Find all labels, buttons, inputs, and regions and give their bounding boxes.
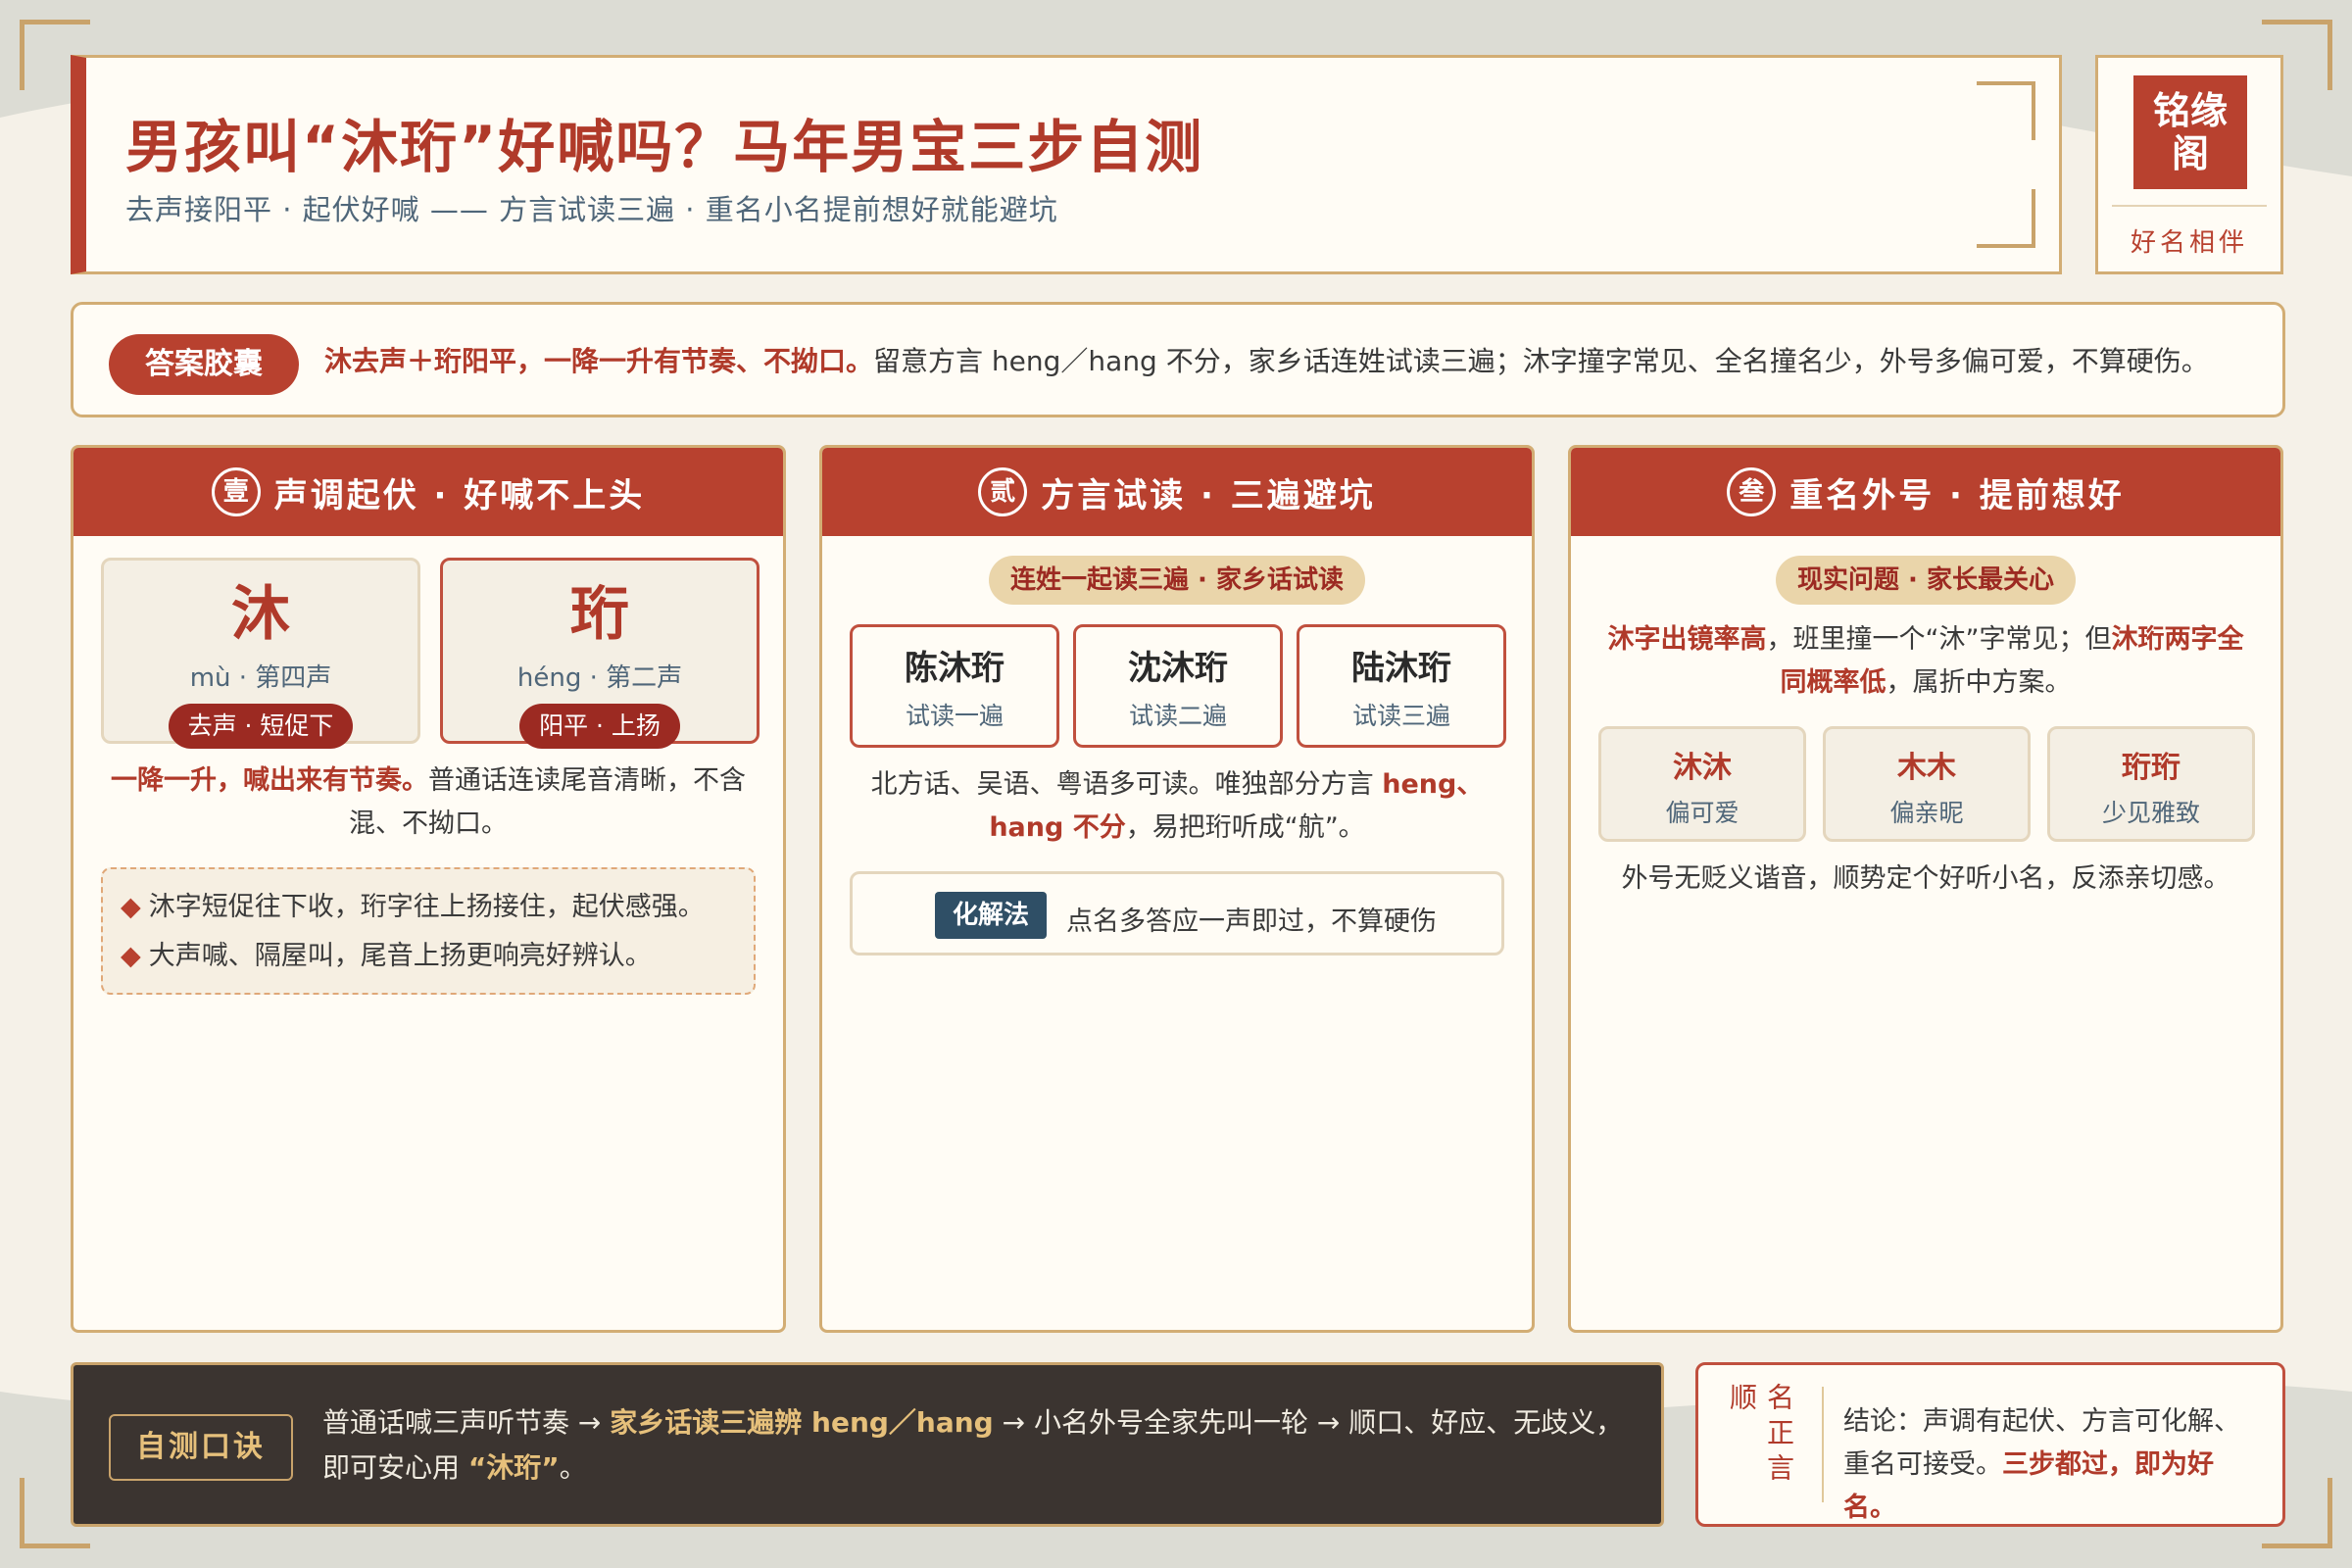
card-header: 叁 重名外号 · 提前想好 [1571,448,2280,536]
answer-capsule: 答案胶囊 沐去声＋珩阳平，一降一升有节奏、不拗口。留意方言 heng／hang … [71,302,2285,417]
card-title: 方言试读 · 三遍避坑 [1041,475,1376,515]
solution-box: 化解法 点名多答应一声即过，不算硬伤 [850,871,1504,956]
nickname-card: 木木 偏亲昵 [1823,726,2031,842]
card-number: 壹 [211,467,261,516]
mnemonic-text: 普通话喊三声听节奏 → 家乡话读三遍辨 heng／hang → 小名外号全家先叫… [322,1406,1624,1484]
trial-name-card: 沈沐珩 试读二遍 [1073,624,1283,748]
bracket-ornament [1977,189,2035,248]
trial-name-card: 陈沐珩 试读一遍 [850,624,1059,748]
header-banner: 男孩叫“沐珩”好喊吗？马年男宝三步自测 去声接阳平 · 起伏好喊 —— 方言试读… [71,55,2062,274]
vertical-motto: 名正言 [1763,1383,1795,1489]
card-dialect: 贰 方言试读 · 三遍避坑 连姓一起读三遍 · 家乡话试读 陈沐珩 试读一遍 沈… [819,445,1535,1333]
solution-text: 点名多答应一声即过，不算硬伤 [1066,906,1437,937]
list-item: ◆ 大声喊、隔屋叫，尾音上扬更响亮好辨认。 [121,941,652,971]
hint-chip: 连姓一起读三遍 · 家乡话试读 [989,556,1365,605]
vertical-motto: 顺 [1726,1383,1758,1418]
mnemonic-panel: 自测口诀 普通话喊三声听节奏 → 家乡话读三遍辨 heng／hang → 小名外… [71,1362,1664,1527]
char-card-heng: 珩 héng · 第二声 阳平 · 上扬 [440,558,760,749]
divider [1822,1387,1824,1502]
divider [2112,205,2267,207]
duplicate-description: 沐字出镜率高，班里撞一个“沐”字常见；但沐珩两字全同概率低，属折中方案。 [1607,624,2244,698]
card-header: 贰 方言试读 · 三遍避坑 [822,448,1532,536]
page-title: 男孩叫“沐珩”好喊吗？马年男宝三步自测 [125,114,1204,180]
char-card-mu: 沐 mù · 第四声 去声 · 短促下 [101,558,420,749]
trial-name-card: 陆沐珩 试读三遍 [1297,624,1506,748]
card-title: 声调起伏 · 好喊不上头 [273,475,646,515]
card-number: 贰 [978,467,1028,516]
conclusion-text: 结论：声调有起伏、方言可化解、重名可接受。三步都过，即为好名。 [1843,1406,2240,1523]
page-subtitle: 去声接阳平 · 起伏好喊 —— 方言试读三遍 · 重名小名提前想好就能避坑 [125,193,1058,226]
tone-notes: ◆ 沐字短促往下收，珩字往上扬接住，起伏感强。 ◆ 大声喊、隔屋叫，尾音上扬更响亮好… [101,867,756,995]
nickname-card: 沐沐 偏可爱 [1598,726,1806,842]
diamond-icon: ◆ [121,941,141,971]
card-header: 壹 声调起伏 · 好喊不上头 [74,448,783,536]
mnemonic-label: 自测口诀 [109,1414,293,1481]
list-item: ◆ 沐字短促往下收，珩字往上扬接住，起伏感强。 [121,892,705,922]
card-duplicates: 叁 重名外号 · 提前想好 现实问题 · 家长最关心 沐字出镜率高，班里撞一个“… [1568,445,2283,1333]
brand-seal-box: 铭缘 阁 好名相伴 [2095,55,2283,274]
bracket-ornament [1977,81,2035,140]
nickname-footnote: 外号无贬义谐音，顺势定个好听小名，反添亲切感。 [1621,863,2230,894]
answer-text: 沐去声＋珩阳平，一降一升有节奏、不拗口。留意方言 heng／hang 不分，家乡… [324,345,2209,377]
card-title: 重名外号 · 提前想好 [1789,475,2125,515]
card-tone: 壹 声调起伏 · 好喊不上头 沐 mù · 第四声 去声 · 短促下 珩 hén… [71,445,786,1333]
diamond-icon: ◆ [121,892,141,922]
tone-description: 一降一升，喊出来有节奏。普通话连读尾音清晰，不含混、不拗口。 [111,765,746,839]
brand-seal: 铭缘 阁 [2133,75,2247,189]
answer-label: 答案胶囊 [109,334,299,395]
hint-chip: 现实问题 · 家长最关心 [1776,556,2076,605]
brand-caption: 好名相伴 [2130,228,2248,258]
dialect-description: 北方话、吴语、粤语多可读。唯独部分方言 heng、hang 不分，易把珩听成“航… [870,769,1484,843]
conclusion-panel: 名正言 顺 结论：声调有起伏、方言可化解、重名可接受。三步都过，即为好名。 [1695,1362,2285,1527]
solution-label: 化解法 [935,892,1048,939]
nickname-card: 珩珩 少见雅致 [2047,726,2255,842]
card-number: 叁 [1727,467,1777,516]
